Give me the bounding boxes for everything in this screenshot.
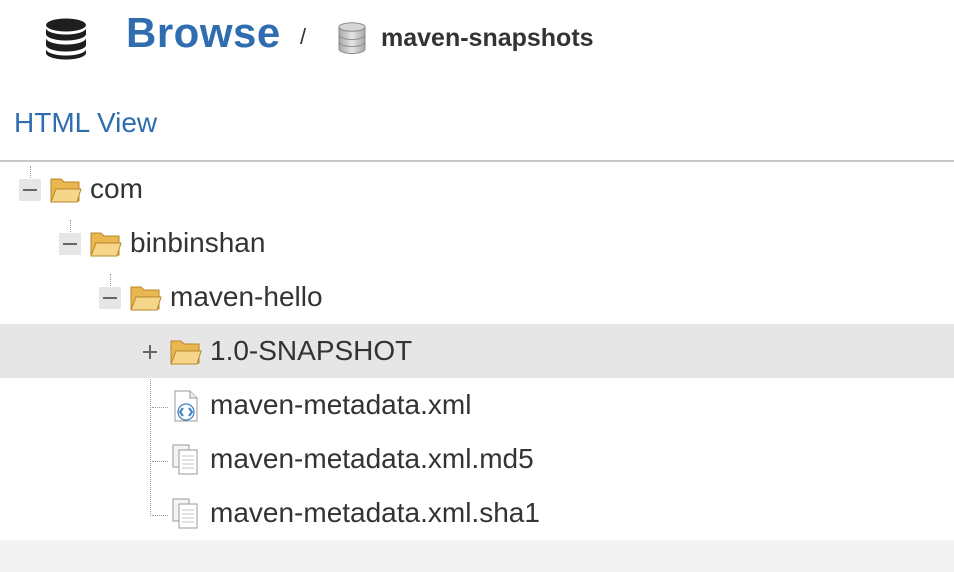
browse-page: Browse / maven-snapshots HTML View com b… [0,0,954,572]
file-tree: com binbinshan maven-hello 1.0-SNAPSHOT … [0,162,954,540]
xml-file-icon [174,390,198,422]
tree-node-label: maven-metadata.xml.sha1 [210,497,540,528]
folder-open-icon [130,286,162,311]
expand-toggle[interactable] [139,341,161,363]
header: Browse / maven-snapshots [0,0,954,80]
tree-node-maven-metadata-xml[interactable]: maven-metadata.xml [0,378,954,432]
html-view-link[interactable]: HTML View [14,107,157,139]
file-copy-icon [172,498,198,529]
tree-node-label: maven-metadata.xml.md5 [210,443,534,474]
repository-name: maven-snapshots [381,24,594,52]
tree-node-label: 1.0-SNAPSHOT [210,335,413,366]
tree-node-label: binbinshan [130,227,266,258]
tree-node-maven-metadata-xml-md5[interactable]: maven-metadata.xml.md5 [0,432,954,486]
file-copy-icon [172,444,198,475]
collapse-toggle[interactable] [19,179,41,201]
tree-node-1-0-snapshot[interactable]: 1.0-SNAPSHOT [0,324,954,378]
collapse-toggle[interactable] [59,233,81,255]
breadcrumb-separator: / [300,24,307,49]
tree-node-label: com [90,173,143,204]
repository-database-icon [338,22,366,54]
footer-band [0,540,954,572]
collapse-toggle[interactable] [99,287,121,309]
database-icon [46,18,86,60]
folder-open-icon [90,232,122,257]
tree-node-maven-metadata-xml-sha1[interactable]: maven-metadata.xml.sha1 [0,486,954,540]
tree-node-com[interactable]: com [0,162,954,216]
tree-node-label: maven-metadata.xml [210,389,472,420]
tree-node-maven-hello[interactable]: maven-hello [0,270,954,324]
folder-open-icon [50,178,82,203]
tree-node-binbinshan[interactable]: binbinshan [0,216,954,270]
folder-open-icon [170,340,202,365]
tree-node-label: maven-hello [170,281,323,312]
page-title[interactable]: Browse [126,9,281,57]
